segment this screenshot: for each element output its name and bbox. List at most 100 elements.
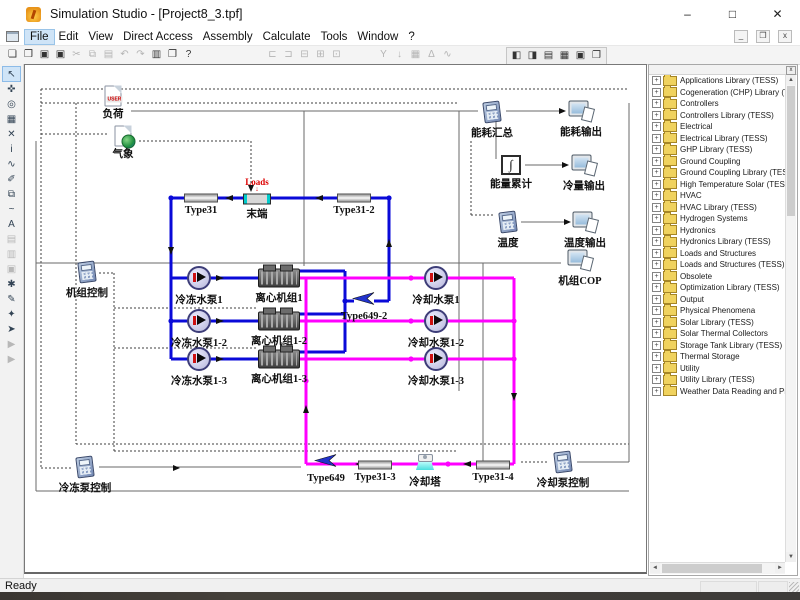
info-tool-icon[interactable]: i (3, 142, 20, 156)
cooling-output-plotter[interactable] (572, 155, 597, 176)
stamp-tool-icon[interactable]: ⧉ (3, 187, 20, 201)
scroll-right-icon[interactable]: ► (775, 563, 785, 573)
expand-icon[interactable]: + (652, 387, 661, 396)
layout-left-icon[interactable]: ◧ (509, 48, 524, 63)
signal-tool-icon[interactable]: ~ (3, 202, 20, 216)
expand-icon[interactable]: + (652, 76, 661, 85)
expand-icon[interactable]: + (652, 157, 661, 166)
terminal-unit[interactable] (243, 194, 271, 205)
temperature-calc[interactable] (500, 212, 517, 233)
menu-item-?[interactable]: ? (403, 30, 419, 44)
tree-vertical-scrollbar[interactable]: ▲ ▼ (785, 75, 796, 562)
settings-tool-icon[interactable]: ✱ (3, 277, 20, 291)
expand-icon[interactable]: + (652, 249, 661, 258)
centrifugal-chiller-1-2[interactable] (258, 312, 300, 331)
cooling-water-pump-1-2[interactable] (424, 309, 448, 333)
pipe-type31-2[interactable] (337, 194, 371, 203)
vscroll-thumb[interactable] (787, 86, 795, 216)
zoom-tool-icon[interactable]: ◎ (3, 97, 20, 111)
expand-icon[interactable]: + (652, 318, 661, 327)
expand-icon[interactable]: + (652, 375, 661, 384)
save-icon[interactable]: ▣ (37, 47, 52, 62)
menu-item-edit[interactable]: Edit (54, 30, 84, 44)
mdi-minimize-button[interactable]: _ (734, 30, 748, 43)
expand-icon[interactable]: + (652, 260, 661, 269)
expand-icon[interactable]: + (652, 99, 661, 108)
cooling-water-pump-1[interactable] (424, 266, 448, 290)
diverter-type649-2[interactable] (352, 291, 376, 312)
unit-cop-plotter[interactable] (568, 250, 593, 271)
expand-icon[interactable]: + (652, 295, 661, 304)
mdi-restore-button[interactable]: ❐ (756, 30, 770, 43)
layout-rows-icon[interactable]: ▤ (541, 48, 556, 63)
menu-item-assembly[interactable]: Assembly (198, 30, 258, 44)
help-icon[interactable]: ? (181, 47, 196, 62)
centrifugal-chiller-1[interactable] (258, 269, 300, 288)
menu-item-window[interactable]: Window (352, 30, 403, 44)
energy-output-plotter[interactable] (569, 101, 594, 122)
expand-icon[interactable]: + (652, 283, 661, 292)
expand-icon[interactable]: + (652, 306, 661, 315)
tree-item-weather-data-reading-and-process[interactable]: +Weather Data Reading and Process (650, 386, 785, 398)
delete-tool-icon[interactable]: ✕ (3, 127, 20, 141)
expand-icon[interactable]: + (652, 191, 661, 200)
panel-close-icon[interactable]: x (786, 66, 796, 75)
link-tool-icon[interactable]: ∿ (3, 157, 20, 171)
expand-icon[interactable]: + (652, 145, 661, 154)
menu-item-view[interactable]: View (83, 30, 118, 44)
scroll-down-icon[interactable]: ▼ (786, 552, 796, 562)
expand-icon[interactable]: + (652, 111, 661, 120)
panel-header[interactable]: x (649, 65, 797, 75)
chilled-pump-control[interactable] (77, 457, 94, 478)
centrifugal-chiller-1-3[interactable] (258, 350, 300, 369)
mdi-close-button[interactable]: x (778, 30, 792, 43)
temperature-output-plotter[interactable] (573, 212, 598, 233)
scroll-left-icon[interactable]: ◄ (650, 563, 660, 573)
wrench-tool-icon[interactable]: ✐ (3, 172, 20, 186)
energy-summary[interactable] (484, 102, 501, 123)
select-tool-icon[interactable]: ↖ (3, 67, 20, 81)
print-icon[interactable]: ▥ (149, 47, 164, 62)
load-data-file[interactable]: USER (105, 86, 122, 107)
layout-right-icon[interactable]: ◨ (525, 48, 540, 63)
expand-icon[interactable]: + (652, 134, 661, 143)
save-all-icon[interactable]: ▣ (53, 47, 68, 62)
expand-icon[interactable]: + (652, 226, 661, 235)
expand-icon[interactable]: + (652, 272, 661, 281)
scroll-up-icon[interactable]: ▲ (786, 75, 796, 85)
menu-item-file[interactable]: File (25, 30, 54, 44)
diverter-type649[interactable] (314, 453, 338, 474)
chilled-water-pump-1-3[interactable] (187, 347, 211, 371)
new-icon[interactable]: ❏ (5, 47, 20, 62)
resize-grip[interactable] (789, 582, 799, 592)
expand-icon[interactable]: + (652, 329, 661, 338)
layout-cascade-icon[interactable]: ▣ (573, 48, 588, 63)
energy-integrator[interactable]: ∫ (501, 155, 521, 175)
palette-tool-icon[interactable]: ▦ (3, 112, 20, 126)
expand-icon[interactable]: + (652, 364, 661, 373)
expand-icon[interactable]: + (652, 88, 661, 97)
chilled-water-pump-1-2[interactable] (187, 309, 211, 333)
expand-icon[interactable]: + (652, 122, 661, 131)
pan-tool-icon[interactable]: ✜ (3, 82, 20, 96)
print-preview-icon[interactable]: ❐ (165, 47, 180, 62)
chilled-water-pump-1[interactable] (187, 266, 211, 290)
text-tool-icon[interactable]: A (3, 217, 20, 231)
pipe-type31-4[interactable] (476, 461, 510, 470)
pipe-type31[interactable] (184, 194, 218, 203)
run-tool-icon[interactable]: ➤ (3, 322, 20, 336)
pen-tool-icon[interactable]: ✎ (3, 292, 20, 306)
expand-icon[interactable]: + (652, 352, 661, 361)
layout-tile-icon[interactable]: ❐ (589, 48, 604, 63)
menu-item-calculate[interactable]: Calculate (258, 30, 316, 44)
cooling-tower[interactable] (416, 454, 434, 470)
project-canvas[interactable]: USER负荷气象Type31末端Loads↓Type31-2冷冻水泵1冷冻水泵1… (24, 64, 647, 574)
weather-data-file[interactable] (115, 126, 132, 147)
expand-icon[interactable]: + (652, 341, 661, 350)
expand-icon[interactable]: + (652, 203, 661, 212)
pipe-type31-3[interactable] (358, 461, 392, 470)
mdi-child-icon[interactable] (6, 31, 19, 42)
expand-icon[interactable]: + (652, 180, 661, 189)
menu-item-direct-access[interactable]: Direct Access (118, 30, 198, 44)
unit-control[interactable] (79, 262, 96, 283)
